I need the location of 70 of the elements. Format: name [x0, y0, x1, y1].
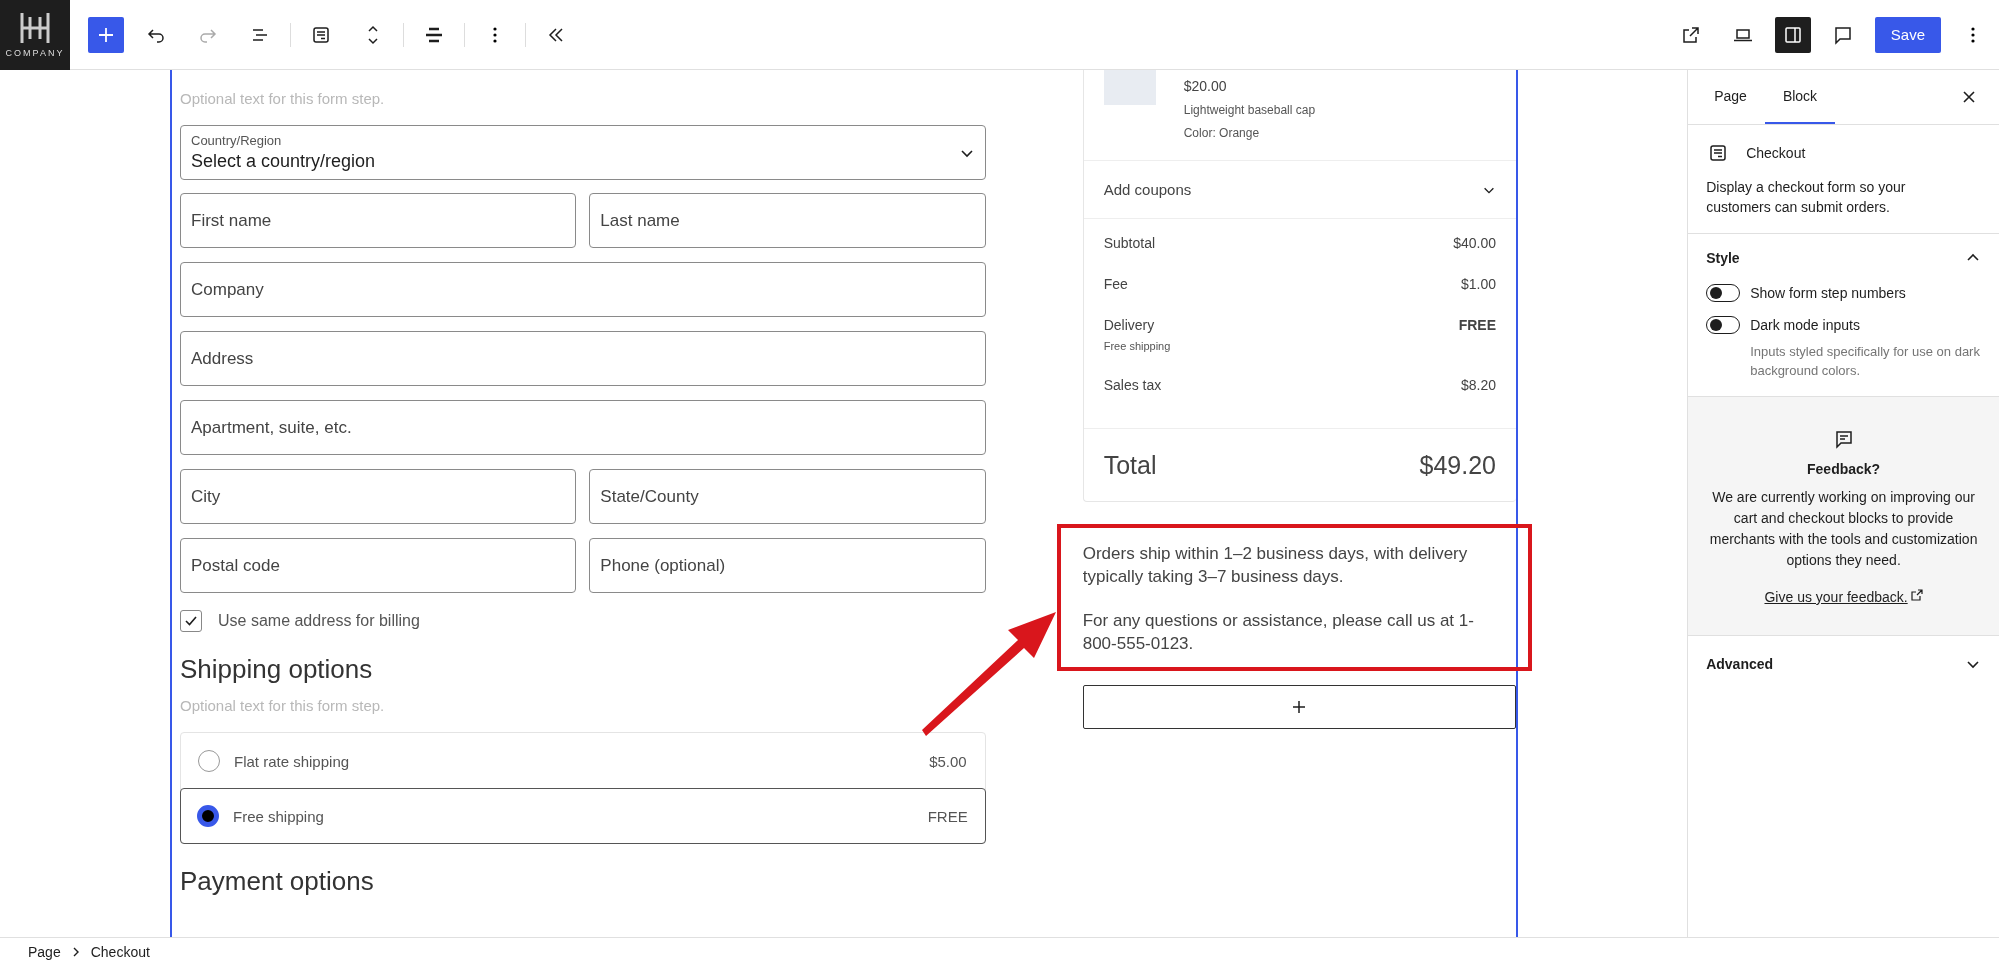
logo-text: COMPANY — [5, 48, 65, 58]
line-value: $8.20 — [1460, 377, 1496, 393]
option-label: Free shipping — [233, 807, 325, 825]
plus-icon — [1291, 699, 1308, 715]
breadcrumb-item[interactable]: Checkout — [90, 944, 150, 960]
input-field[interactable]: Apartment, suite, etc. — [180, 400, 986, 455]
block-title: Checkout — [1746, 145, 1806, 161]
toggle-label: Dark mode inputs — [1750, 317, 1860, 333]
shipping-option[interactable]: Free shipping FREE — [180, 788, 986, 844]
monogram-icon — [18, 11, 52, 45]
line-label: Subtotal — [1103, 235, 1157, 251]
section-heading: Shipping options — [180, 654, 374, 685]
help-text: Inputs styled specifically for use on dark background colors. — [1750, 343, 1981, 380]
line-label: Delivery — [1103, 317, 1156, 333]
step-note: Optional text for this form step. — [180, 90, 386, 107]
shipping-option[interactable]: Flat rate shipping $5.00 — [181, 733, 985, 789]
toggle-label: Show form step numbers — [1750, 285, 1906, 301]
more-icon — [1971, 26, 1975, 43]
total-value: $49.20 — [1419, 450, 1496, 480]
line-label: Sales tax — [1103, 377, 1163, 393]
input-field[interactable]: State/County — [589, 469, 986, 524]
product-attribute: Color: Orange — [1183, 126, 1261, 140]
line-value: $1.00 — [1460, 276, 1496, 292]
shipping-note: For any questions or assistance, please call us at 1-800-555-0123. — [1082, 610, 1475, 655]
input-field[interactable]: City — [180, 469, 577, 524]
panel-header[interactable]: Style — [1706, 250, 1981, 266]
settings-button[interactable] — [1774, 16, 1811, 53]
feedback-link[interactable]: Give us your feedback. — [1764, 589, 1923, 605]
line-value: $40.00 — [1453, 235, 1496, 251]
input-field[interactable]: Address — [180, 331, 986, 386]
checkbox-label: Use same address for billing — [218, 612, 420, 630]
option-label: Flat rate shipping — [234, 752, 351, 770]
toggle-switch[interactable] — [1706, 284, 1741, 302]
radio-button[interactable] — [197, 805, 219, 827]
field-label: Country/Region — [191, 133, 283, 148]
feedback-text: We are currently working on improving our cart and checkout blocks to provide merchants with the tools and customization options they need. — [1708, 488, 1979, 570]
product-image-placeholder — [1103, 70, 1156, 105]
add-block-button[interactable] — [1082, 685, 1516, 729]
section-heading: Payment options — [180, 866, 375, 897]
option-price: FREE — [927, 807, 968, 825]
input-field[interactable]: Postal code — [180, 538, 577, 593]
panel-header[interactable]: Advanced — [1706, 656, 1981, 672]
sidebar-tab[interactable]: Page — [1696, 70, 1765, 124]
input-field[interactable]: First name — [180, 193, 577, 248]
line-note: Free shipping — [1103, 340, 1172, 352]
input-field[interactable]: Company — [180, 262, 986, 317]
select-value: Select a country/region — [191, 151, 377, 172]
coupon-toggle[interactable]: Add coupons — [1083, 161, 1516, 219]
country-select[interactable]: Country/Region Select a country/region — [180, 125, 986, 180]
breadcrumb-item[interactable]: Page — [28, 944, 61, 960]
external-link-icon — [1910, 589, 1923, 601]
add-block-button[interactable] — [88, 16, 124, 53]
line-value: FREE — [1458, 317, 1496, 333]
feedback-title: Feedback? — [1807, 461, 1881, 477]
shipping-note: Orders ship within 1–2 business days, with delivery typically taking 3–7 business days. — [1082, 543, 1469, 588]
sidebar-tab[interactable]: Block — [1764, 70, 1836, 124]
input-field[interactable]: Last name — [589, 193, 986, 248]
toggle-switch[interactable] — [1706, 316, 1741, 334]
checkbox[interactable] — [180, 610, 202, 632]
product-price: $20.00 — [1183, 78, 1228, 94]
line-label: Fee — [1103, 276, 1129, 292]
more-icon — [493, 26, 497, 43]
save-button[interactable]: Save — [1874, 16, 1941, 53]
block-description: Display a checkout form so your customers can submit orders. — [1706, 178, 1907, 217]
total-label: Total — [1103, 450, 1157, 480]
chevron-right-icon — [72, 947, 79, 957]
product-description: Lightweight baseball cap — [1183, 103, 1316, 117]
step-note: Optional text for this form step. — [180, 697, 386, 714]
option-price: $5.00 — [929, 752, 967, 770]
input-field[interactable]: Phone (optional) — [589, 538, 986, 593]
